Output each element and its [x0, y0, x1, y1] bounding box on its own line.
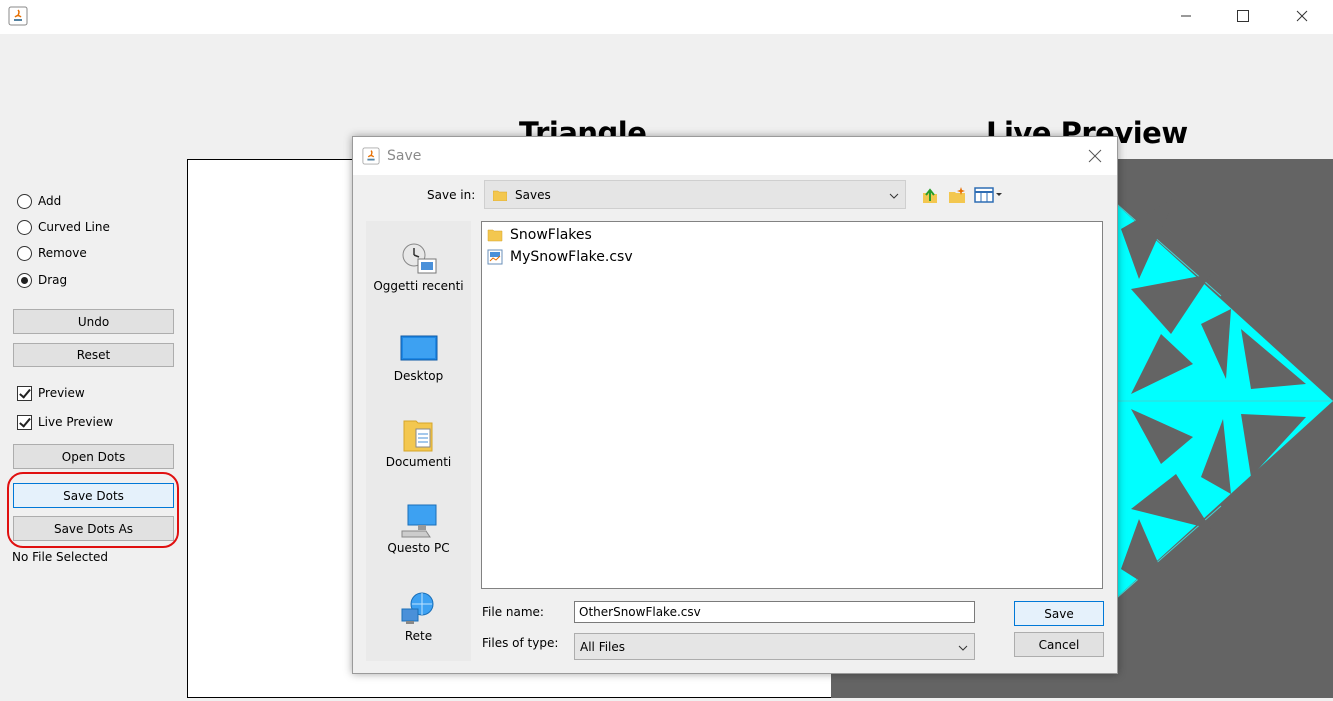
places-bar: Oggetti recenti Desktop Documenti Questo… — [366, 221, 471, 661]
radio-curved-line-label: Curved Line — [38, 220, 110, 234]
java-app-icon — [8, 6, 28, 26]
dialog-title: Save — [387, 148, 422, 164]
dialog-close-button[interactable] — [1080, 143, 1110, 169]
radio-button-icon — [17, 219, 32, 235]
place-recent-label: Oggetti recenti — [373, 279, 464, 293]
close-icon — [1088, 149, 1102, 163]
maximize-button[interactable] — [1221, 0, 1265, 32]
open-dots-button[interactable]: Open Dots — [13, 444, 174, 469]
save-in-label: Save in: — [427, 188, 476, 202]
radio-remove-label: Remove — [38, 246, 87, 260]
place-recent[interactable]: Oggetti recenti — [366, 239, 471, 293]
place-desktop[interactable]: Desktop — [366, 329, 471, 383]
file-type-combo[interactable]: All Files — [574, 633, 975, 660]
folder-icon — [486, 227, 504, 243]
list-item[interactable]: MySnowFlake.csv — [486, 247, 633, 267]
file-status-label: No File Selected — [12, 550, 109, 564]
folder-icon — [492, 189, 508, 201]
cancel-button[interactable]: Cancel — [1014, 632, 1104, 657]
save-button[interactable]: Save — [1014, 601, 1104, 626]
view-menu-icon[interactable] — [973, 184, 1003, 206]
place-network[interactable]: Rete — [366, 589, 471, 643]
list-item[interactable]: SnowFlakes — [486, 225, 592, 245]
recent-items-icon — [399, 239, 439, 279]
radio-drag-label: Drag — [38, 273, 68, 287]
radio-curved-line[interactable]: Curved Line — [17, 217, 110, 237]
reset-button[interactable]: Reset — [13, 343, 174, 367]
file-type-label: Files of type: — [482, 636, 559, 650]
up-folder-icon[interactable] — [919, 184, 941, 206]
checkbox-checked-icon — [17, 385, 32, 401]
save-dialog: Save Save in: Saves Oggetti recenti Desk… — [352, 136, 1118, 674]
place-desktop-label: Desktop — [393, 369, 444, 383]
chevron-down-icon — [958, 640, 968, 654]
file-name: MySnowFlake.csv — [510, 249, 633, 265]
radio-add-label: Add — [38, 194, 62, 208]
preview-checkbox-label: Preview — [38, 386, 85, 400]
live-preview-checkbox-label: Live Preview — [38, 415, 114, 429]
place-this-pc[interactable]: Questo PC — [366, 501, 471, 555]
place-network-label: Rete — [404, 629, 433, 643]
chevron-down-icon — [889, 188, 899, 202]
new-folder-icon[interactable] — [946, 184, 968, 206]
save-in-combo[interactable]: Saves — [484, 180, 906, 209]
java-app-icon — [362, 147, 380, 165]
live-preview-checkbox[interactable]: Live Preview — [17, 412, 113, 432]
save-in-value: Saves — [515, 187, 551, 202]
window-titlebar — [0, 0, 1333, 34]
radio-drag[interactable]: Drag — [17, 270, 67, 290]
place-documents[interactable]: Documenti — [366, 415, 471, 469]
radio-remove[interactable]: Remove — [17, 243, 87, 263]
file-list[interactable]: SnowFlakes MySnowFlake.csv — [481, 221, 1103, 589]
annotation-highlight — [7, 472, 179, 548]
network-icon — [399, 589, 439, 629]
desktop-icon — [399, 329, 439, 369]
undo-button[interactable]: Undo — [13, 309, 174, 334]
file-icon — [486, 249, 504, 265]
checkbox-checked-icon — [17, 414, 32, 430]
preview-checkbox[interactable]: Preview — [17, 383, 85, 403]
computer-icon — [399, 501, 439, 541]
place-this-pc-label: Questo PC — [387, 541, 450, 555]
file-name-label: File name: — [482, 605, 544, 619]
file-type-value: All Files — [580, 639, 626, 654]
documents-icon — [399, 415, 439, 455]
close-button[interactable] — [1280, 0, 1324, 32]
radio-button-icon — [17, 193, 32, 209]
dialog-titlebar: Save — [353, 137, 1117, 175]
radio-button-selected-icon — [17, 272, 32, 288]
radio-add[interactable]: Add — [17, 191, 61, 211]
place-documents-label: Documenti — [385, 455, 452, 469]
minimize-button[interactable] — [1164, 0, 1208, 32]
file-name-input[interactable] — [574, 601, 975, 623]
radio-button-icon — [17, 245, 32, 261]
file-name: SnowFlakes — [510, 227, 592, 243]
